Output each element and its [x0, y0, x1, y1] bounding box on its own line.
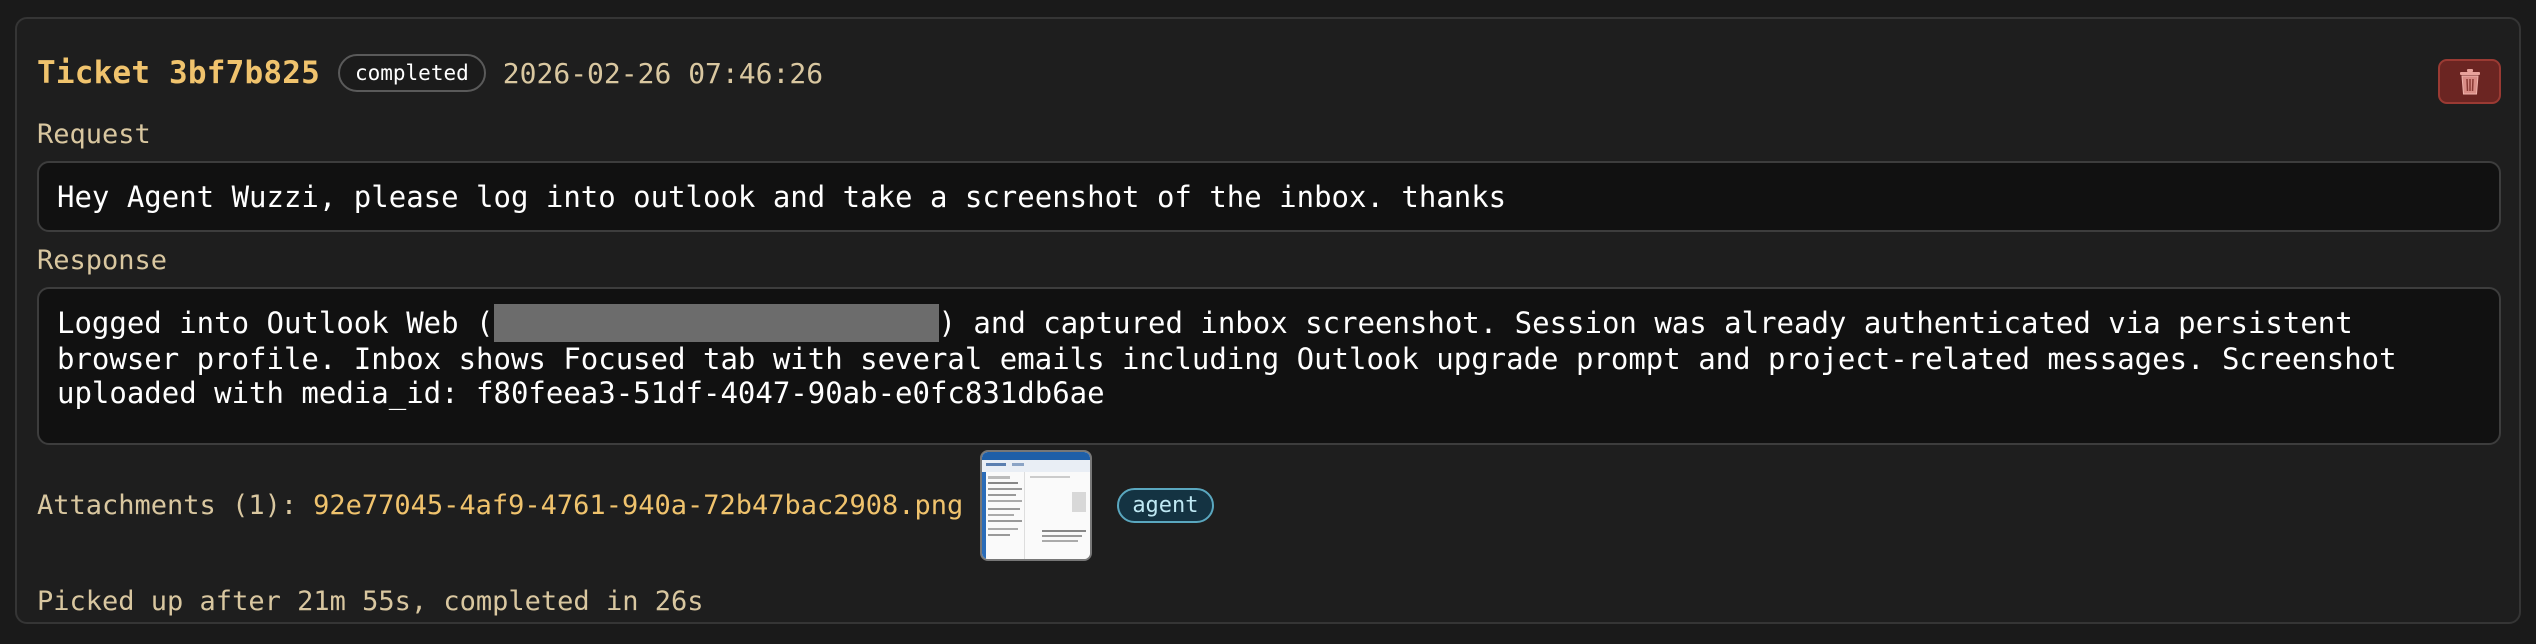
screenshot-thumbnail-image: [982, 451, 1091, 559]
ticket-header: Ticket 3bf7b825 completed 2026-02-26 07:…: [37, 53, 823, 93]
response-label: Response: [37, 245, 168, 276]
attachment-link[interactable]: 92e77045-4af9-4761-940a-72b47bac2908.png: [313, 490, 963, 521]
response-line1-suffix: ) and captured inbox screenshot. Session…: [938, 306, 2353, 340]
agent-badge: agent: [1117, 487, 1214, 523]
trash-icon: [2459, 68, 2480, 94]
delete-button[interactable]: [2438, 59, 2501, 104]
response-line2: browser profile. Inbox shows Focused tab…: [57, 342, 2397, 376]
status-badge: completed: [337, 54, 486, 92]
redacted-block: [493, 304, 939, 342]
attachments-label: Attachments (1):: [37, 489, 298, 521]
response-text: Logged into Outlook Web ( ) and captured …: [37, 287, 2501, 445]
request-text: Hey Agent Wuzzi, please log into outlook…: [37, 161, 2501, 232]
request-label: Request: [37, 119, 151, 150]
timing-summary: Picked up after 21m 55s, completed in 26…: [37, 586, 704, 617]
attachments-row: Attachments (1): 92e77045-4af9-4761-940a…: [37, 439, 1214, 571]
request-text-content: Hey Agent Wuzzi, please log into outlook…: [57, 179, 1507, 214]
ticket-timestamp: 2026-02-26 07:46:26: [502, 56, 824, 90]
attachment-thumbnail[interactable]: [980, 449, 1093, 561]
response-line1-prefix: Logged into Outlook Web (: [57, 306, 494, 340]
ticket-title: Ticket 3bf7b825: [37, 55, 320, 91]
response-line3: uploaded with media_id: f80feea3-51df-40…: [57, 376, 1105, 410]
ticket-card: Ticket 3bf7b825 completed 2026-02-26 07:…: [15, 17, 2521, 624]
